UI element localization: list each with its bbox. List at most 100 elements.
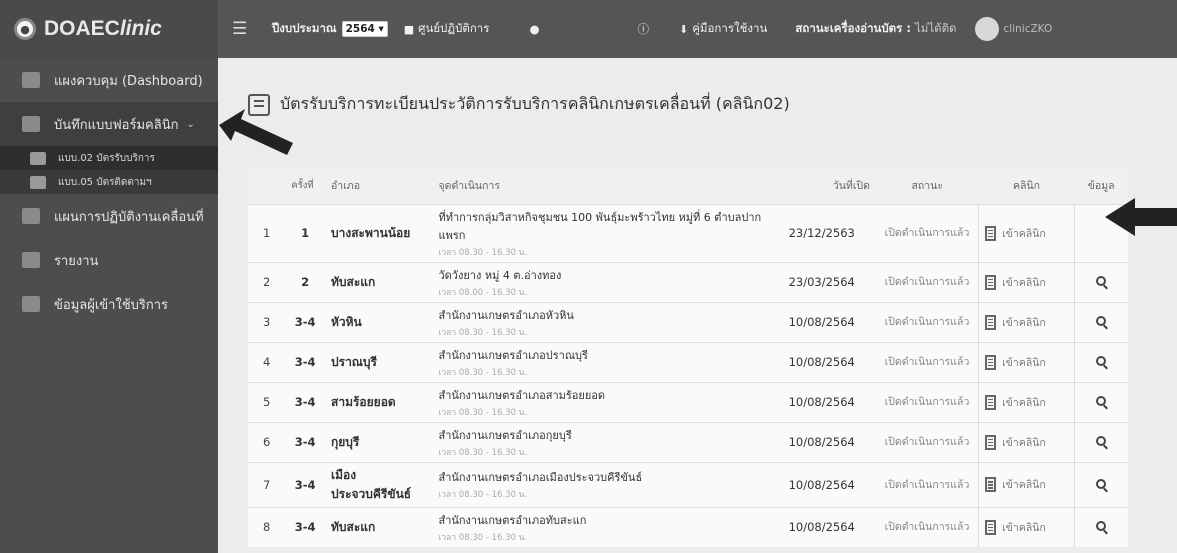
location-time: เวลา 08.30 - 16.30 น. bbox=[438, 447, 528, 458]
building-icon bbox=[985, 519, 997, 535]
col-location: จุดดำเนินการ bbox=[432, 168, 783, 204]
row-clinic: เข้าคลินิก bbox=[978, 203, 1075, 262]
row-times: 2 bbox=[285, 261, 325, 302]
row-clinic: เข้าคลินิก bbox=[978, 506, 1075, 547]
status-badge: เปิดดำเนินการแล้ว bbox=[875, 421, 979, 462]
table-row: 2 2 ทับสะแก วัดวังยาง หมู่ 4 ต.อ่างทอง เวลา … bbox=[248, 261, 1128, 302]
row-info bbox=[1074, 261, 1128, 302]
card-reader-status: สถานะเครื่องอ่านบัตร : ไม่ได้ติด bbox=[795, 20, 956, 38]
service-center-link[interactable]: ■ ศูนย์ปฏิบัติการ bbox=[404, 20, 490, 38]
row-clinic: เข้าคลินิก bbox=[978, 421, 1075, 462]
search-icon[interactable] bbox=[1096, 276, 1107, 286]
row-district: สามร้อยยอด bbox=[325, 381, 433, 422]
sidebar-item-label: รายงาน bbox=[54, 253, 99, 269]
row-district: กุยบุรี bbox=[325, 421, 433, 462]
status-badge: เปิดดำเนินการแล้ว bbox=[875, 381, 979, 422]
hamburger-menu-icon[interactable]: ☰ bbox=[232, 19, 256, 39]
enter-clinic-button[interactable]: เข้าคลินิก bbox=[985, 476, 1068, 493]
row-clinic: เข้าคลินิก bbox=[978, 461, 1075, 507]
row-date: 10/08/2564 bbox=[782, 506, 876, 547]
location-time: เวลา 08.30 - 16.30 น. bbox=[438, 327, 528, 338]
row-times: 3-4 bbox=[285, 506, 325, 547]
form-icon bbox=[22, 116, 40, 132]
row-date: 23/12/2563 bbox=[782, 203, 876, 262]
status-badge: เปิดดำเนินการแล้ว bbox=[875, 461, 979, 507]
enter-clinic-button[interactable]: เข้าคลินิก bbox=[985, 394, 1068, 411]
brand[interactable]: ● DOAEClinic bbox=[0, 0, 218, 58]
status-badge: เปิดดำเนินการแล้ว bbox=[875, 261, 979, 302]
enter-clinic-button[interactable]: เข้าคลินิก bbox=[985, 225, 1068, 242]
sidebar-subitem-label: แบบ.05 บัตรติดตามฯ bbox=[58, 176, 152, 188]
enter-clinic-label: เข้าคลินิก bbox=[1002, 521, 1046, 534]
row-date: 10/08/2564 bbox=[782, 421, 876, 462]
col-times: ครั้งที่ bbox=[285, 168, 325, 204]
fiscal-year-select[interactable]: 2564 ▾ bbox=[341, 21, 388, 37]
manual-link[interactable]: ⬇ คู่มือการใช้งาน bbox=[679, 20, 767, 38]
row-district: บางสะพานน้อย bbox=[325, 203, 433, 262]
row-location: ที่ทำการกลุ่มวิสาหกิจชุมชน 100 พันธุ์มะพ… bbox=[432, 203, 783, 262]
tracking-icon bbox=[30, 175, 46, 189]
location-pin-icon[interactable]: ● bbox=[529, 22, 539, 36]
sidebar-item-users[interactable]: ข้อมูลผู้เข้าใช้บริการ bbox=[0, 282, 218, 326]
row-info bbox=[1074, 301, 1128, 342]
sidebar-item-reports[interactable]: รายงาน bbox=[0, 238, 218, 282]
fiscal-year: ปีงบประมาณ 2564 ▾ bbox=[272, 20, 388, 38]
col-district: อำเภอ bbox=[325, 168, 433, 204]
sidebar-subitem-form05[interactable]: แบบ.05 บัตรติดตามฯ bbox=[0, 170, 218, 194]
search-icon[interactable] bbox=[1096, 521, 1107, 531]
location-time: เวลา 08.30 - 16.30 น. bbox=[438, 247, 528, 258]
enter-clinic-button[interactable]: เข้าคลินิก bbox=[985, 314, 1068, 331]
card-reader-value: ไม่ได้ติด bbox=[914, 21, 957, 35]
col-no bbox=[248, 168, 286, 204]
sidebar-item-dashboard[interactable]: แผงควบคุม (Dashboard) bbox=[0, 58, 218, 102]
row-date: 10/08/2564 bbox=[782, 301, 876, 342]
enter-clinic-button[interactable]: เข้าคลินิก bbox=[985, 434, 1068, 451]
service-center-label: ศูนย์ปฏิบัติการ bbox=[418, 21, 490, 35]
table-row: 3 3-4 หัวหิน สำนักงานเกษตรอำเภอหัวหิน เวลา 0… bbox=[248, 301, 1128, 342]
sidebar-item-mobile-plan[interactable]: แผนการปฏิบัติงานเคลื่อนที่ bbox=[0, 194, 218, 238]
enter-clinic-button[interactable]: เข้าคลินิก bbox=[985, 354, 1068, 371]
username[interactable]: clinicZKO bbox=[1004, 23, 1053, 35]
row-date: 10/08/2564 bbox=[782, 381, 876, 422]
arrow-icon bbox=[1105, 198, 1177, 236]
status-badge: เปิดดำเนินการแล้ว bbox=[875, 301, 979, 342]
location-time: เวลา 08.30 - 16.30 น. bbox=[438, 407, 528, 418]
card-icon bbox=[30, 151, 46, 165]
row-location: สำนักงานเกษตรอำเภอสามร้อยยอด เวลา 08.30 -… bbox=[432, 381, 783, 422]
enter-clinic-button[interactable]: เข้าคลินิก bbox=[985, 519, 1068, 536]
info-icon[interactable]: ⓘ bbox=[638, 21, 650, 37]
row-info bbox=[1074, 461, 1128, 507]
search-icon[interactable] bbox=[1096, 478, 1107, 489]
search-icon[interactable] bbox=[1096, 316, 1107, 326]
sidebar-item-label: บันทึกแบบฟอร์มคลินิก bbox=[54, 117, 179, 133]
row-number: 2 bbox=[248, 261, 286, 302]
annotation-arrow-left bbox=[215, 105, 295, 165]
users-icon bbox=[22, 296, 40, 312]
top-bar: ● DOAEClinic ☰ ปีงบประมาณ 2564 ▾ ■ ศูนย์… bbox=[0, 0, 1177, 58]
row-number: 1 bbox=[248, 203, 286, 262]
table-header-row: ครั้งที่ อำเภอ จุดดำเนินการ วันที่เปิด ส… bbox=[248, 168, 1128, 204]
status-badge: เปิดดำเนินการแล้ว bbox=[875, 341, 979, 382]
row-times: 3-4 bbox=[285, 301, 325, 342]
enter-clinic-button[interactable]: เข้าคลินิก bbox=[985, 274, 1068, 291]
user-icon: ■ bbox=[403, 22, 415, 36]
sidebar: แผงควบคุม (Dashboard) บันทึกแบบฟอร์มคลิน… bbox=[0, 58, 218, 553]
search-icon[interactable] bbox=[1096, 396, 1107, 406]
row-number: 4 bbox=[248, 341, 286, 382]
sidebar-item-label: ข้อมูลผู้เข้าใช้บริการ bbox=[54, 297, 169, 313]
sidebar-item-clinic-forms[interactable]: บันทึกแบบฟอร์มคลินิก ⌄ bbox=[0, 102, 218, 146]
row-date: 10/08/2564 bbox=[782, 461, 876, 507]
sidebar-item-label: แผงควบคุม (Dashboard) bbox=[54, 73, 203, 89]
table-row: 4 3-4 ปราณบุรี สำนักงานเกษตรอำเภอปราณบุรี เว… bbox=[248, 341, 1128, 382]
search-icon[interactable] bbox=[1096, 436, 1107, 446]
avatar[interactable] bbox=[974, 17, 999, 41]
table-row: 8 3-4 ทับสะแก สำนักงานเกษตรอำเภอทับสะแก เวลา… bbox=[248, 506, 1128, 547]
search-icon[interactable] bbox=[1096, 356, 1107, 366]
annotation-arrow-right bbox=[1105, 196, 1177, 238]
location-name: สำนักงานเกษตรอำเภอกุยบุรี bbox=[438, 428, 572, 442]
enter-clinic-label: เข้าคลินิก bbox=[1002, 396, 1046, 409]
sidebar-subitem-form02[interactable]: แบบ.02 บัตรรับบริการ bbox=[0, 146, 218, 170]
building-icon bbox=[985, 434, 997, 450]
row-info bbox=[1074, 421, 1128, 462]
location-name: ที่ทำการกลุ่มวิสาหกิจชุมชน 100 พันธุ์มะพ… bbox=[438, 210, 762, 242]
